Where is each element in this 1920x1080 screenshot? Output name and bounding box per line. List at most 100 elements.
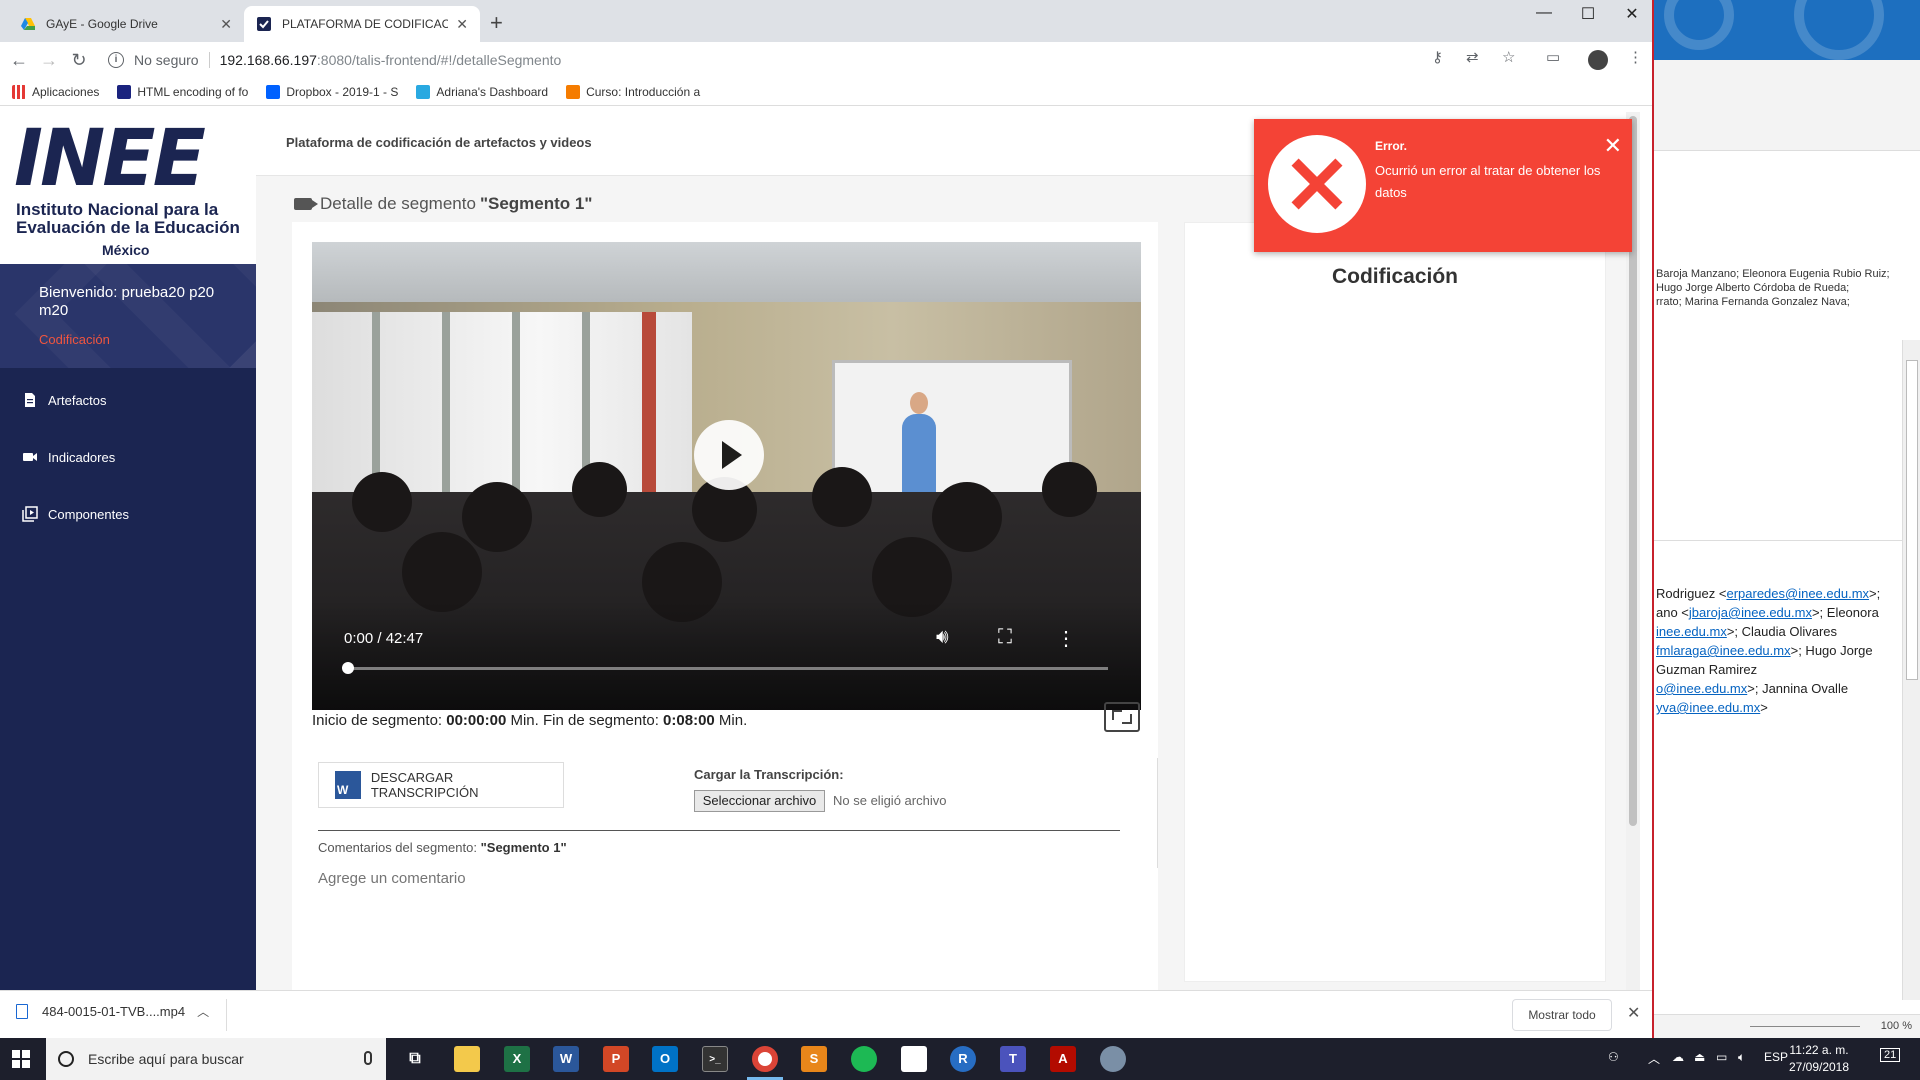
teams-icon[interactable]: T bbox=[1000, 1046, 1026, 1072]
toast-title: Error. bbox=[1375, 139, 1408, 153]
user-role[interactable]: Codificación bbox=[39, 332, 110, 347]
key-icon[interactable]: ⚷ bbox=[1432, 48, 1443, 66]
more-options-icon[interactable]: ⋮ bbox=[1056, 626, 1076, 651]
logo-line-2: Evaluación de la Educación bbox=[16, 218, 240, 237]
bookmark-dashboard[interactable]: Adriana's Dashboard bbox=[416, 84, 549, 99]
task-view-icon[interactable]: ⧉ bbox=[402, 1046, 428, 1072]
volume-icon[interactable]: 🔈︎ bbox=[1738, 1050, 1745, 1065]
maximize-button[interactable]: ☐ bbox=[1566, 4, 1610, 24]
bg-scrollbar[interactable] bbox=[1902, 340, 1920, 1000]
bg-mail-line: ano <jbaroja@inee.edu.mx>; Eleonora bbox=[1656, 605, 1879, 620]
segment-heading: Detalle de segmento "Segmento 1" bbox=[294, 194, 592, 214]
bg-mail-link[interactable]: jbaroja@inee.edu.mx bbox=[1689, 605, 1812, 620]
chevron-up-icon[interactable]: ︿ bbox=[1648, 1050, 1660, 1067]
bookmark-label: Curso: Introducción a bbox=[586, 84, 701, 99]
welcome-text: Bienvenido: prueba20 p20 m20 bbox=[39, 284, 215, 319]
tab-plataforma[interactable]: PLATAFORMA DE CODIFICACIÓN ✕ bbox=[244, 6, 480, 42]
bg-mail-line: fmlaraga@inee.edu.mx>; Hugo Jorge bbox=[1656, 643, 1873, 658]
logo-line-1: Instituto Nacional para la bbox=[16, 200, 219, 219]
r-icon[interactable]: R bbox=[950, 1046, 976, 1072]
sticky-notes-icon[interactable] bbox=[901, 1046, 927, 1072]
terminal-icon[interactable]: >_ bbox=[702, 1046, 728, 1072]
bg-mail-link[interactable]: fmlaraga@inee.edu.mx bbox=[1656, 643, 1791, 658]
video-progress-bar[interactable] bbox=[342, 662, 1108, 674]
microphone-icon[interactable] bbox=[364, 1051, 372, 1065]
translate-icon[interactable]: ⇄ bbox=[1466, 48, 1479, 66]
dropbox-icon bbox=[266, 84, 281, 99]
browser-toolbar: ← → ↻ i No seguro 192.168.66.197 :8080/t… bbox=[0, 42, 1652, 78]
usb-icon[interactable]: ⏏ bbox=[1694, 1050, 1705, 1064]
bg-banner bbox=[1654, 0, 1920, 60]
bg-mail-link[interactable]: inee.edu.mx bbox=[1656, 624, 1727, 639]
comment-input[interactable] bbox=[318, 865, 1118, 891]
security-label: No seguro bbox=[134, 52, 199, 68]
download-transcription-button[interactable]: W DESCARGAR TRANSCRIPCIÓN bbox=[318, 762, 564, 808]
file-status: No se eligió archivo bbox=[833, 793, 947, 808]
bookmark-dropbox[interactable]: Dropbox - 2019-1 - S bbox=[266, 84, 398, 99]
download-item[interactable]: 484-0015-01-TVB....mp4 ︿ bbox=[16, 1003, 209, 1020]
comments-label-text: Comentarios del segmento: bbox=[318, 840, 477, 855]
sublime-icon[interactable]: S bbox=[801, 1046, 827, 1072]
extension-icon[interactable]: ▭ bbox=[1546, 48, 1560, 66]
video-card: 0:00 / 42:47 🔊︎ ⛶ ⋮ Inicio de segmento: … bbox=[292, 222, 1158, 990]
close-icon[interactable]: ✕ bbox=[1604, 133, 1622, 159]
bookmark-course[interactable]: Curso: Introducción a bbox=[566, 84, 701, 99]
network-icon[interactable]: ▭ bbox=[1716, 1050, 1727, 1064]
progress-knob[interactable] bbox=[342, 662, 354, 674]
forward-button[interactable]: → bbox=[34, 50, 64, 71]
chrome-icon[interactable] bbox=[752, 1046, 778, 1072]
cloud-icon[interactable]: ☁ bbox=[1672, 1050, 1684, 1064]
paint-icon[interactable] bbox=[1100, 1046, 1126, 1072]
video-player[interactable]: 0:00 / 42:47 🔊︎ ⛶ ⋮ bbox=[312, 242, 1141, 710]
close-tab-icon[interactable]: ✕ bbox=[220, 16, 232, 33]
toast-message: Ocurrió un error al tratar de obtener lo… bbox=[1375, 163, 1601, 200]
acrobat-icon[interactable]: A bbox=[1050, 1046, 1076, 1072]
volume-icon[interactable]: 🔊︎ bbox=[936, 626, 949, 649]
powerpoint-icon[interactable]: P bbox=[603, 1046, 629, 1072]
sidebar-item-artefactos[interactable]: Artefactos bbox=[22, 392, 107, 408]
sidebar-item-componentes[interactable]: Componentes bbox=[22, 506, 129, 522]
bg-mail-link[interactable]: erparedes@inee.edu.mx bbox=[1726, 586, 1869, 601]
show-all-button[interactable]: Mostrar todo bbox=[1512, 999, 1612, 1031]
close-shelf-icon[interactable]: ✕ bbox=[1627, 1003, 1640, 1023]
bg-mail-link[interactable]: o@inee.edu.mx bbox=[1656, 681, 1747, 696]
info-icon[interactable]: i bbox=[108, 52, 124, 68]
tab-google-drive[interactable]: GAyE - Google Drive ✕ bbox=[8, 6, 244, 42]
video-camera-icon bbox=[294, 198, 318, 210]
windows-start-icon[interactable] bbox=[12, 1050, 30, 1068]
outlook-icon[interactable]: O bbox=[652, 1046, 678, 1072]
bookmark-apps[interactable]: Aplicaciones bbox=[12, 84, 99, 99]
close-tab-icon[interactable]: ✕ bbox=[456, 16, 468, 33]
choose-file-button[interactable]: Seleccionar archivo bbox=[694, 790, 825, 812]
search-icon bbox=[58, 1051, 74, 1067]
spotify-icon[interactable] bbox=[851, 1046, 877, 1072]
notifications-icon[interactable]: 21 bbox=[1880, 1048, 1901, 1062]
chevron-up-icon[interactable]: ︿ bbox=[197, 1003, 209, 1020]
address-bar[interactable]: i No seguro 192.168.66.197 :8080/talis-f… bbox=[108, 46, 1573, 74]
word-icon[interactable]: W bbox=[553, 1046, 579, 1072]
back-button[interactable]: ← bbox=[4, 50, 34, 71]
close-window-button[interactable]: ✕ bbox=[1610, 4, 1652, 24]
end-label: Min. Fin de segmento: bbox=[510, 712, 659, 729]
taskbar: Escribe aquí para buscar ⧉ X W P O >_ S … bbox=[0, 1038, 1920, 1080]
bookmark-label: Adriana's Dashboard bbox=[436, 84, 549, 99]
sidebar-item-indicadores[interactable]: Indicadores bbox=[22, 449, 115, 465]
new-tab-button[interactable]: + bbox=[490, 10, 503, 36]
bookmark-html-encoding[interactable]: HTML encoding of fo bbox=[117, 84, 248, 99]
file-explorer-icon[interactable] bbox=[454, 1046, 480, 1072]
minimize-button[interactable]: — bbox=[1522, 4, 1566, 22]
star-icon[interactable]: ☆ bbox=[1502, 48, 1515, 66]
play-button[interactable] bbox=[694, 420, 764, 490]
taskbar-search[interactable]: Escribe aquí para buscar bbox=[46, 1038, 386, 1080]
browser-window: GAyE - Google Drive ✕ PLATAFORMA DE CODI… bbox=[0, 0, 1654, 1038]
reload-button[interactable]: ↻ bbox=[64, 50, 94, 71]
clock[interactable]: 11:22 a. m. 27/09/2018 bbox=[1784, 1042, 1854, 1076]
bg-mail-link[interactable]: yva@inee.edu.mx bbox=[1656, 700, 1760, 715]
expand-icon[interactable] bbox=[1104, 702, 1140, 732]
logo-wordmark: INEE bbox=[14, 114, 206, 204]
people-icon[interactable]: ⚇ bbox=[1608, 1050, 1619, 1064]
excel-icon[interactable]: X bbox=[504, 1046, 530, 1072]
profile-avatar[interactable] bbox=[1588, 50, 1608, 70]
menu-dots-icon[interactable]: ⋮ bbox=[1628, 48, 1643, 66]
fullscreen-icon[interactable]: ⛶ bbox=[998, 626, 1012, 649]
